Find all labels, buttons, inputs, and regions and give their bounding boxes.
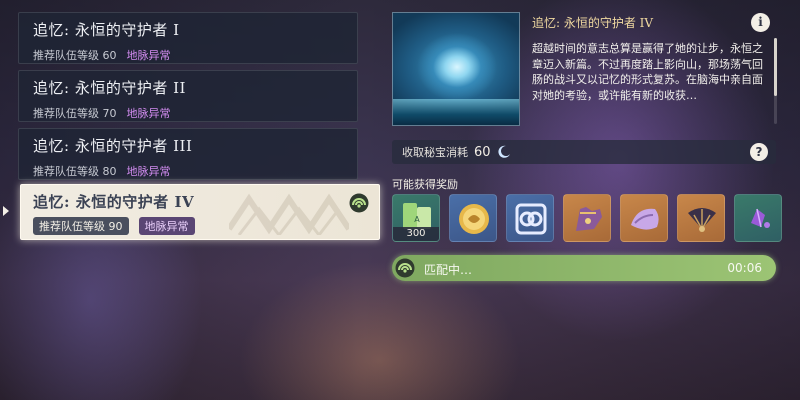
domain-title: 追忆: 永恒的守护者 III bbox=[33, 137, 193, 155]
artifact-fan-icon bbox=[688, 208, 716, 232]
boss-material-gauntlet-icon bbox=[576, 207, 602, 231]
scrollbar-thumb[interactable] bbox=[774, 38, 777, 96]
gem-shard-icon bbox=[751, 208, 770, 228]
reward-artifact-shell[interactable] bbox=[620, 194, 668, 242]
domain-description-box: 追忆: 永恒的守护者 IV 超越时间的意志总算是赢得了她的让步，永恒之章迈入新篇… bbox=[532, 12, 782, 126]
decorative-pattern bbox=[229, 193, 349, 235]
artifact-shell-icon bbox=[631, 208, 659, 230]
matching-label: 匹配中… bbox=[424, 263, 473, 277]
domain-preview-image bbox=[392, 12, 520, 126]
resin-cost-value: 60 bbox=[474, 144, 491, 160]
svg-text:A: A bbox=[414, 215, 420, 224]
domain-item-iv[interactable]: 追忆: 永恒的守护者 IV 推荐队伍等级 90 地脉异常 bbox=[20, 184, 380, 240]
reward-artifact-fan[interactable] bbox=[677, 194, 725, 242]
rewards-list: A 300 bbox=[392, 194, 782, 246]
recommended-level: 推荐队伍等级 70 bbox=[33, 107, 117, 120]
matching-timer: 00:06 bbox=[727, 261, 762, 275]
rewards-label: 可能获得奖励 bbox=[392, 178, 458, 191]
domain-item-ii[interactable]: 追忆: 永恒的守护者 II 推荐队伍等级 70 地脉异常 bbox=[18, 70, 358, 122]
ley-line-tag: 地脉异常 bbox=[126, 107, 171, 120]
ley-line-tag: 地脉异常 bbox=[126, 49, 171, 62]
mora-coin-icon bbox=[459, 204, 489, 234]
reward-quantity: 300 bbox=[393, 227, 439, 241]
ley-line-tag: 地脉异常 bbox=[138, 217, 195, 235]
resin-cost-bar: 收取秘宝消耗 60 ? bbox=[392, 140, 776, 164]
original-resin-moon-icon bbox=[497, 145, 510, 158]
matching-status-bar[interactable]: 匹配中… 00:06 bbox=[392, 255, 776, 281]
reward-mora[interactable] bbox=[449, 194, 497, 242]
detail-description: 超越时间的意志总算是赢得了她的让步，永恒之章迈入新篇。不过再度踏上影向山，那场荡… bbox=[532, 42, 763, 102]
domain-title: 追忆: 永恒的守护者 II bbox=[33, 79, 186, 97]
recommended-level: 推荐队伍等级 90 bbox=[33, 217, 129, 235]
reward-boss-material[interactable] bbox=[563, 194, 611, 242]
domain-item-i[interactable]: 追忆: 永恒的守护者 I 推荐队伍等级 60 地脉异常 bbox=[18, 12, 358, 64]
recommended-level: 推荐队伍等级 80 bbox=[33, 165, 117, 178]
domain-title: 追忆: 永恒的守护者 I bbox=[33, 21, 180, 39]
co-op-matching-icon bbox=[395, 258, 415, 278]
preview-water bbox=[393, 99, 519, 125]
description-scrollbar[interactable] bbox=[774, 38, 777, 124]
resin-cost-label: 收取秘宝消耗 bbox=[402, 146, 468, 159]
reward-companionship-exp[interactable] bbox=[506, 194, 554, 242]
recommended-level: 推荐队伍等级 60 bbox=[33, 49, 117, 62]
reward-adventure-exp[interactable]: A 300 bbox=[392, 194, 440, 242]
help-icon[interactable]: ? bbox=[750, 143, 768, 161]
domain-item-iii[interactable]: 追忆: 永恒的守护者 III 推荐队伍等级 80 地脉异常 bbox=[18, 128, 358, 180]
co-op-matching-icon bbox=[349, 193, 369, 213]
info-icon[interactable]: i bbox=[751, 13, 770, 32]
selection-arrow-icon bbox=[3, 206, 9, 216]
companionship-exp-icon bbox=[515, 203, 547, 235]
detail-title: 追忆: 永恒的守护者 IV bbox=[532, 16, 654, 30]
reward-gem-shard[interactable] bbox=[734, 194, 782, 242]
ley-line-tag: 地脉异常 bbox=[126, 165, 171, 178]
